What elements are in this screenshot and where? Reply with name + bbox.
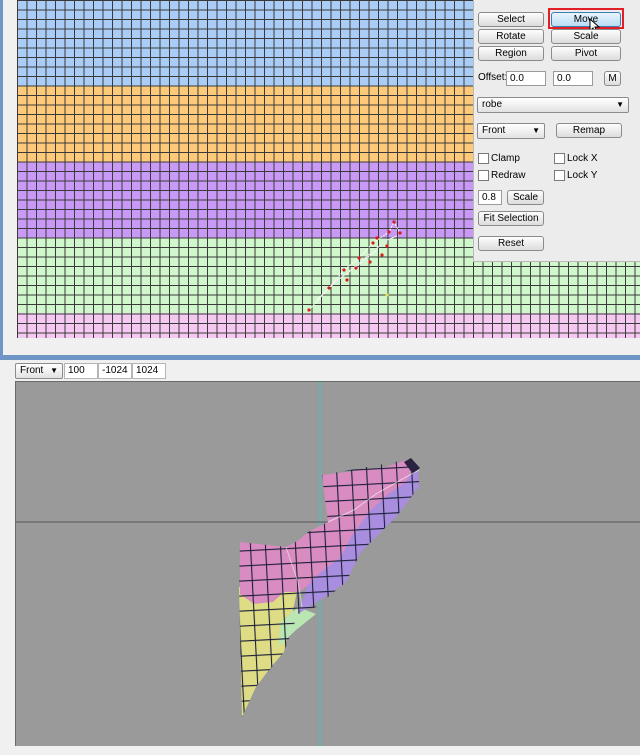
view-select-value: Front — [482, 125, 506, 136]
offset-x-field[interactable]: 0.0 — [506, 71, 546, 86]
viewport-field-3[interactable]: 1024 — [132, 363, 166, 379]
viewport-field-1[interactable]: 100 — [64, 363, 98, 379]
clamp-label: Clamp — [491, 153, 520, 164]
lock-y-label: Lock Y — [567, 170, 598, 181]
clamp-checkbox[interactable] — [478, 153, 489, 164]
redraw-label: Redraw — [491, 170, 526, 181]
region-button[interactable]: Region — [478, 46, 544, 61]
object-select-value: robe — [482, 99, 503, 110]
scale-button[interactable]: Scale — [551, 29, 621, 44]
viewport-render — [16, 382, 640, 746]
m-button[interactable]: M — [604, 71, 621, 86]
lock-x-label: Lock X — [567, 153, 598, 164]
remap-button[interactable]: Remap — [556, 123, 622, 138]
pivot-button[interactable]: Pivot — [551, 46, 621, 61]
offset-label: Offset: — [478, 72, 508, 83]
view-select[interactable]: Front ▼ — [477, 123, 545, 139]
viewport-field-2[interactable]: -1024 — [98, 363, 132, 379]
viewport-view-value: Front — [20, 365, 44, 376]
select-button[interactable]: Select — [478, 12, 544, 27]
object-select[interactable]: robe ▼ — [477, 97, 629, 113]
rotate-button[interactable]: Rotate — [478, 29, 544, 44]
lock-x-checkbox[interactable] — [554, 153, 565, 164]
3d-viewport[interactable] — [15, 381, 640, 746]
chevron-down-icon: ▼ — [616, 100, 624, 109]
viewport-view-select[interactable]: Front ▼ — [15, 363, 63, 379]
lock-y-checkbox[interactable] — [554, 170, 565, 181]
chevron-down-icon: ▼ — [532, 126, 540, 135]
status-strip — [0, 746, 640, 755]
reset-button[interactable]: Reset — [478, 236, 544, 251]
scale-apply-button[interactable]: Scale — [507, 190, 544, 205]
chevron-down-icon: ▼ — [50, 366, 58, 375]
redraw-checkbox[interactable] — [478, 170, 489, 181]
move-button-highlight — [548, 8, 624, 29]
offset-y-field[interactable]: 0.0 — [553, 71, 593, 86]
fit-selection-button[interactable]: Fit Selection — [478, 211, 544, 226]
scale-value-field[interactable]: 0.8 — [478, 190, 502, 205]
